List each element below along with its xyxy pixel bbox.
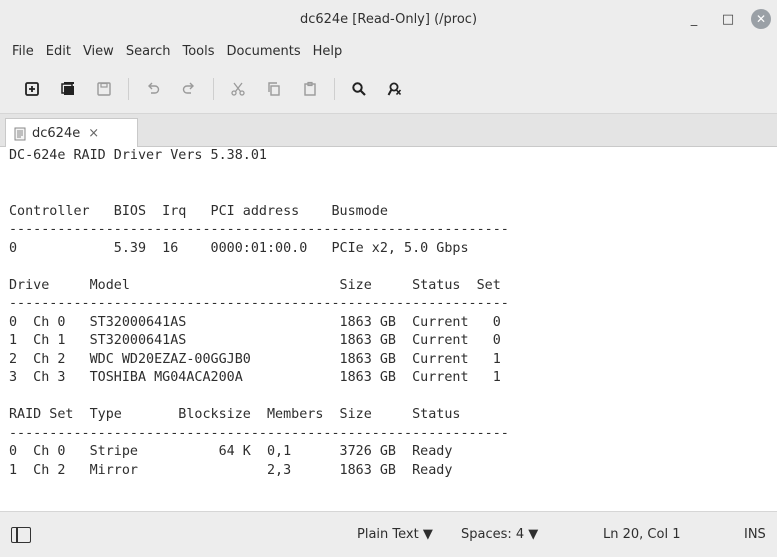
menu-tools[interactable]: Tools bbox=[176, 44, 220, 59]
toolbar bbox=[0, 64, 777, 114]
open-icon bbox=[61, 81, 74, 95]
text-line: Drive Model Size Status Set bbox=[9, 277, 501, 293]
text-line bbox=[0, 184, 777, 203]
menu-help[interactable]: Help bbox=[307, 44, 349, 59]
tab-close-icon[interactable]: × bbox=[88, 126, 99, 141]
undo-button[interactable] bbox=[135, 73, 171, 105]
title-bar: dc624e [Read-Only] (/proc) _ □ ✕ bbox=[0, 0, 777, 38]
open-button[interactable] bbox=[50, 73, 86, 105]
copy-icon bbox=[268, 81, 280, 96]
menu-bar: File Edit View Search Tools Documents He… bbox=[0, 38, 777, 64]
text-line: Controller BIOS Irq PCI address Busmode bbox=[9, 203, 388, 219]
tab-width-selector[interactable]: Spaces: 4 ▼ bbox=[461, 527, 538, 542]
toolbar-separator bbox=[128, 77, 129, 100]
text-line: 1 Ch 1 ST32000641AS 1863 GB Current 0 bbox=[9, 333, 501, 348]
window-title: dc624e [Read-Only] (/proc) bbox=[299, 11, 478, 27]
cut-icon bbox=[231, 82, 245, 96]
text-line bbox=[0, 258, 777, 277]
text-editor[interactable]: DC-624e RAID Driver Vers 5.38.01 Control… bbox=[0, 147, 777, 511]
search-replace-button[interactable] bbox=[377, 73, 413, 105]
text-line: ----------------------------------------… bbox=[9, 425, 509, 441]
text-line bbox=[0, 166, 777, 185]
save-icon bbox=[97, 81, 111, 96]
search-replace-icon bbox=[387, 82, 402, 95]
paste-button[interactable] bbox=[292, 73, 328, 105]
new-document-icon bbox=[25, 81, 39, 96]
menu-view[interactable]: View bbox=[77, 44, 120, 59]
copy-button[interactable] bbox=[256, 73, 292, 105]
undo-icon bbox=[148, 82, 160, 94]
toolbar-separator bbox=[334, 77, 335, 100]
text-line: 0 Ch 0 Stripe 64 K 0,1 3726 GB Ready bbox=[9, 444, 453, 459]
minimize-button[interactable]: _ bbox=[683, 8, 705, 30]
new-document-button[interactable] bbox=[14, 73, 50, 105]
search-icon bbox=[352, 81, 366, 96]
tab-dc624e[interactable]: dc624e × bbox=[5, 118, 138, 148]
menu-documents[interactable]: Documents bbox=[221, 44, 307, 59]
text-file-icon bbox=[14, 127, 26, 140]
window-controls: _ □ ✕ bbox=[683, 8, 771, 30]
status-bar: Plain Text ▼ Spaces: 4 ▼ Ln 20, Col 1 IN… bbox=[0, 511, 777, 557]
text-line: 3 Ch 3 TOSHIBA MG04ACA200A 1863 GB Curre… bbox=[9, 370, 501, 385]
paste-icon bbox=[304, 81, 316, 96]
cut-button[interactable] bbox=[220, 73, 256, 105]
text-line: 2 Ch 2 WDC WD20EZAZ-00GGJB0 1863 GB Curr… bbox=[9, 351, 501, 367]
insert-mode: INS bbox=[744, 527, 766, 542]
text-line: 0 Ch 0 ST32000641AS 1863 GB Current 0 bbox=[9, 314, 501, 330]
text-line: ----------------------------------------… bbox=[9, 296, 509, 311]
menu-file[interactable]: File bbox=[6, 44, 40, 59]
language-selector[interactable]: Plain Text ▼ bbox=[357, 527, 433, 542]
cursor-position: Ln 20, Col 1 bbox=[603, 527, 681, 542]
side-panel-toggle-icon[interactable] bbox=[11, 527, 31, 543]
text-line: ----------------------------------------… bbox=[9, 222, 509, 237]
redo-icon bbox=[182, 82, 194, 94]
text-line: RAID Set Type Blocksize Members Size Sta… bbox=[9, 407, 461, 422]
text-line: DC-624e RAID Driver Vers 5.38.01 bbox=[9, 148, 267, 163]
search-button[interactable] bbox=[341, 73, 377, 105]
tab-label: dc624e bbox=[32, 126, 81, 141]
menu-edit[interactable]: Edit bbox=[40, 44, 77, 59]
menu-search[interactable]: Search bbox=[120, 44, 177, 59]
text-line: 0 5.39 16 0000:01:00.0 PCIe x2, 5.0 Gbps bbox=[9, 240, 469, 256]
close-button[interactable]: ✕ bbox=[751, 9, 771, 29]
toolbar-separator bbox=[213, 77, 214, 100]
text-line: 1 Ch 2 Mirror 2,3 1863 GB Ready bbox=[9, 462, 453, 478]
redo-button[interactable] bbox=[171, 73, 207, 105]
tab-bar: dc624e × bbox=[0, 114, 777, 148]
maximize-button[interactable]: □ bbox=[717, 8, 739, 30]
text-line bbox=[0, 388, 777, 407]
save-button[interactable] bbox=[86, 73, 122, 105]
